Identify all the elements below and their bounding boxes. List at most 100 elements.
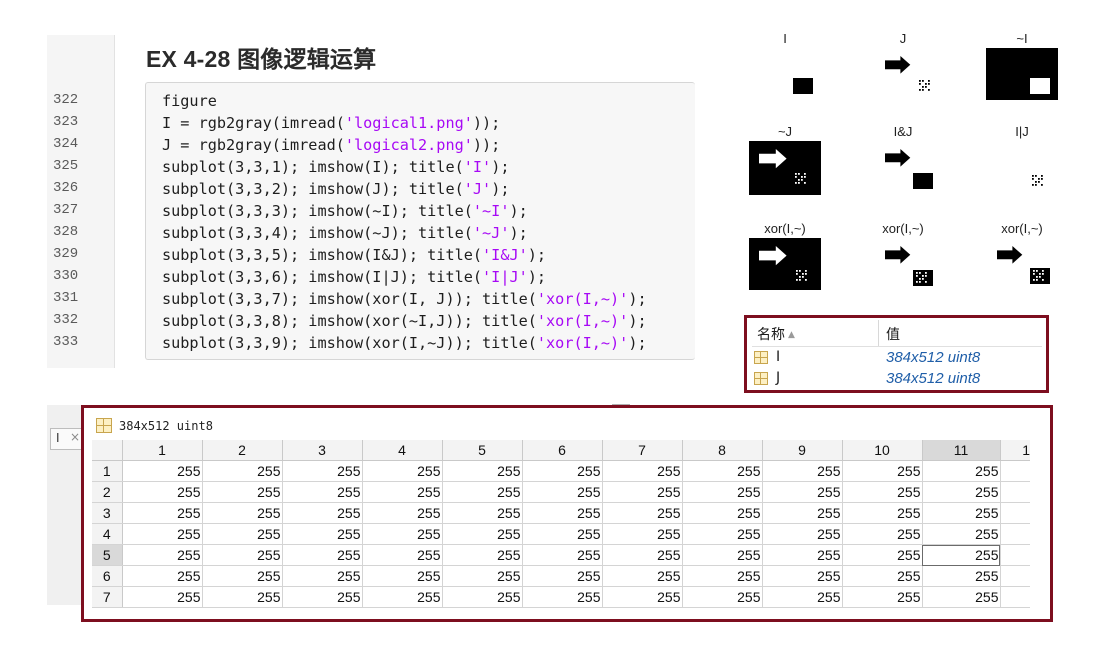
workspace-variable-row[interactable]: J 384x512 uint8	[752, 369, 1042, 389]
grid-cell[interactable]	[1000, 544, 1030, 566]
grid-cell[interactable]: 255	[202, 523, 283, 545]
grid-cell[interactable]: 255	[442, 586, 523, 608]
grid-cell[interactable]: 255	[602, 481, 683, 503]
grid-cell[interactable]: 255	[922, 586, 1001, 608]
grid-cell[interactable]	[1000, 502, 1030, 524]
column-header[interactable]: 4	[362, 440, 443, 461]
grid-cell[interactable]: 255	[762, 565, 843, 587]
grid-cell[interactable]	[1000, 523, 1030, 545]
grid-cell[interactable]: 255	[522, 460, 603, 482]
grid-cell[interactable]: 255	[122, 481, 203, 503]
grid-cell[interactable]: 255	[122, 586, 203, 608]
grid-cell[interactable]: 255	[682, 544, 763, 566]
grid-cell[interactable]: 255	[522, 481, 603, 503]
grid-cell[interactable]: 255	[842, 565, 923, 587]
row-header[interactable]: 1	[92, 460, 123, 482]
grid-cell[interactable]: 255	[202, 565, 283, 587]
grid-cell[interactable]	[1000, 586, 1030, 608]
grid-cell[interactable]: 255	[362, 502, 443, 524]
grid-cell[interactable]: 255	[762, 460, 843, 482]
grid-cell[interactable]: 255	[282, 460, 363, 482]
column-header[interactable]: 1	[1000, 440, 1030, 461]
grid-cell[interactable]: 255	[282, 586, 363, 608]
grid-cell[interactable]: 255	[122, 460, 203, 482]
column-header[interactable]: 2	[202, 440, 283, 461]
grid-cell[interactable]: 255	[682, 460, 763, 482]
grid-cell[interactable]: 255	[842, 502, 923, 524]
grid-cell[interactable]: 255	[202, 586, 283, 608]
row-header[interactable]: 4	[92, 523, 123, 545]
grid-cell[interactable]: 255	[442, 460, 523, 482]
grid-cell[interactable]: 255	[122, 565, 203, 587]
grid-cell[interactable]: 255	[602, 460, 683, 482]
grid-corner[interactable]	[92, 440, 123, 461]
grid-cell[interactable]: 255	[122, 523, 203, 545]
grid-cell[interactable]: 255	[362, 544, 443, 566]
grid-cell[interactable]: 255	[602, 586, 683, 608]
column-header[interactable]: 7	[602, 440, 683, 461]
grid-cell[interactable]: 255	[522, 523, 603, 545]
grid-cell[interactable]: 255	[602, 544, 683, 566]
column-header[interactable]: 8	[682, 440, 763, 461]
row-header[interactable]: 7	[92, 586, 123, 608]
column-header[interactable]: 10	[842, 440, 923, 461]
grid-cell[interactable]: 255	[362, 586, 443, 608]
row-header[interactable]: 6	[92, 565, 123, 587]
grid-cell[interactable]: 255	[922, 502, 1001, 524]
code-block[interactable]: figure I = rgb2gray(imread('logical1.png'…	[145, 82, 695, 360]
grid-cell[interactable]: 255	[282, 544, 363, 566]
grid-cell[interactable]	[1000, 460, 1030, 482]
row-header[interactable]: 3	[92, 502, 123, 524]
grid-cell[interactable]: 255	[522, 502, 603, 524]
grid-cell[interactable]: 255	[842, 460, 923, 482]
grid-cell[interactable]: 255	[442, 523, 523, 545]
grid-cell[interactable]: 255	[522, 544, 603, 566]
grid-cell[interactable]: 255	[362, 460, 443, 482]
workspace-column-name[interactable]: 名称 ▲	[757, 324, 795, 344]
grid-cell[interactable]: 255	[522, 586, 603, 608]
grid-cell[interactable]: 255	[682, 523, 763, 545]
grid-cell[interactable]: 255	[842, 481, 923, 503]
grid-cell[interactable]: 255	[842, 523, 923, 545]
grid-cell[interactable]: 255	[202, 481, 283, 503]
grid-cell[interactable]: 255	[682, 502, 763, 524]
grid-cell[interactable]: 255	[922, 565, 1001, 587]
grid-cell[interactable]: 255	[602, 523, 683, 545]
column-header[interactable]: 3	[282, 440, 363, 461]
grid-cell[interactable]: 255	[762, 544, 843, 566]
grid-cell[interactable]: 255	[602, 565, 683, 587]
grid-cell[interactable]: 255	[282, 502, 363, 524]
column-header[interactable]: 6	[522, 440, 603, 461]
grid-cell[interactable]: 255	[522, 565, 603, 587]
grid-cell[interactable]: 255	[362, 523, 443, 545]
row-header[interactable]: 5	[92, 544, 123, 566]
grid-cell[interactable]: 255	[922, 460, 1001, 482]
grid-cell[interactable]: 255	[762, 523, 843, 545]
grid-cell[interactable]: 255	[922, 481, 1001, 503]
column-header[interactable]: 1	[122, 440, 203, 461]
grid-cell[interactable]: 255	[762, 502, 843, 524]
workspace-variable-row[interactable]: I 384x512 uint8	[752, 348, 1042, 368]
grid-cell[interactable]	[1000, 481, 1030, 503]
grid-cell[interactable]: 255	[442, 481, 523, 503]
grid-cell[interactable]: 255	[922, 523, 1001, 545]
column-header[interactable]: 9	[762, 440, 843, 461]
grid-cell[interactable]: 255	[682, 586, 763, 608]
grid-cell[interactable]	[1000, 565, 1030, 587]
grid-cell[interactable]: 255	[202, 502, 283, 524]
column-separator[interactable]	[878, 320, 879, 346]
grid-cell[interactable]: 255	[362, 565, 443, 587]
grid-cell[interactable]: 255	[282, 481, 363, 503]
column-header[interactable]: 5	[442, 440, 523, 461]
grid-cell[interactable]: 255	[122, 502, 203, 524]
grid-cell[interactable]: 255	[842, 544, 923, 566]
close-icon[interactable]: ×	[70, 430, 80, 444]
grid-cell[interactable]: 255	[682, 565, 763, 587]
column-header[interactable]: 11	[922, 440, 1001, 461]
grid-cell[interactable]: 255	[762, 481, 843, 503]
grid-cell[interactable]: 255	[442, 565, 523, 587]
grid-cell[interactable]: 255	[602, 502, 683, 524]
grid-cell[interactable]: 255	[202, 544, 283, 566]
grid-cell[interactable]: 255	[202, 460, 283, 482]
grid-cell[interactable]: 255	[842, 586, 923, 608]
